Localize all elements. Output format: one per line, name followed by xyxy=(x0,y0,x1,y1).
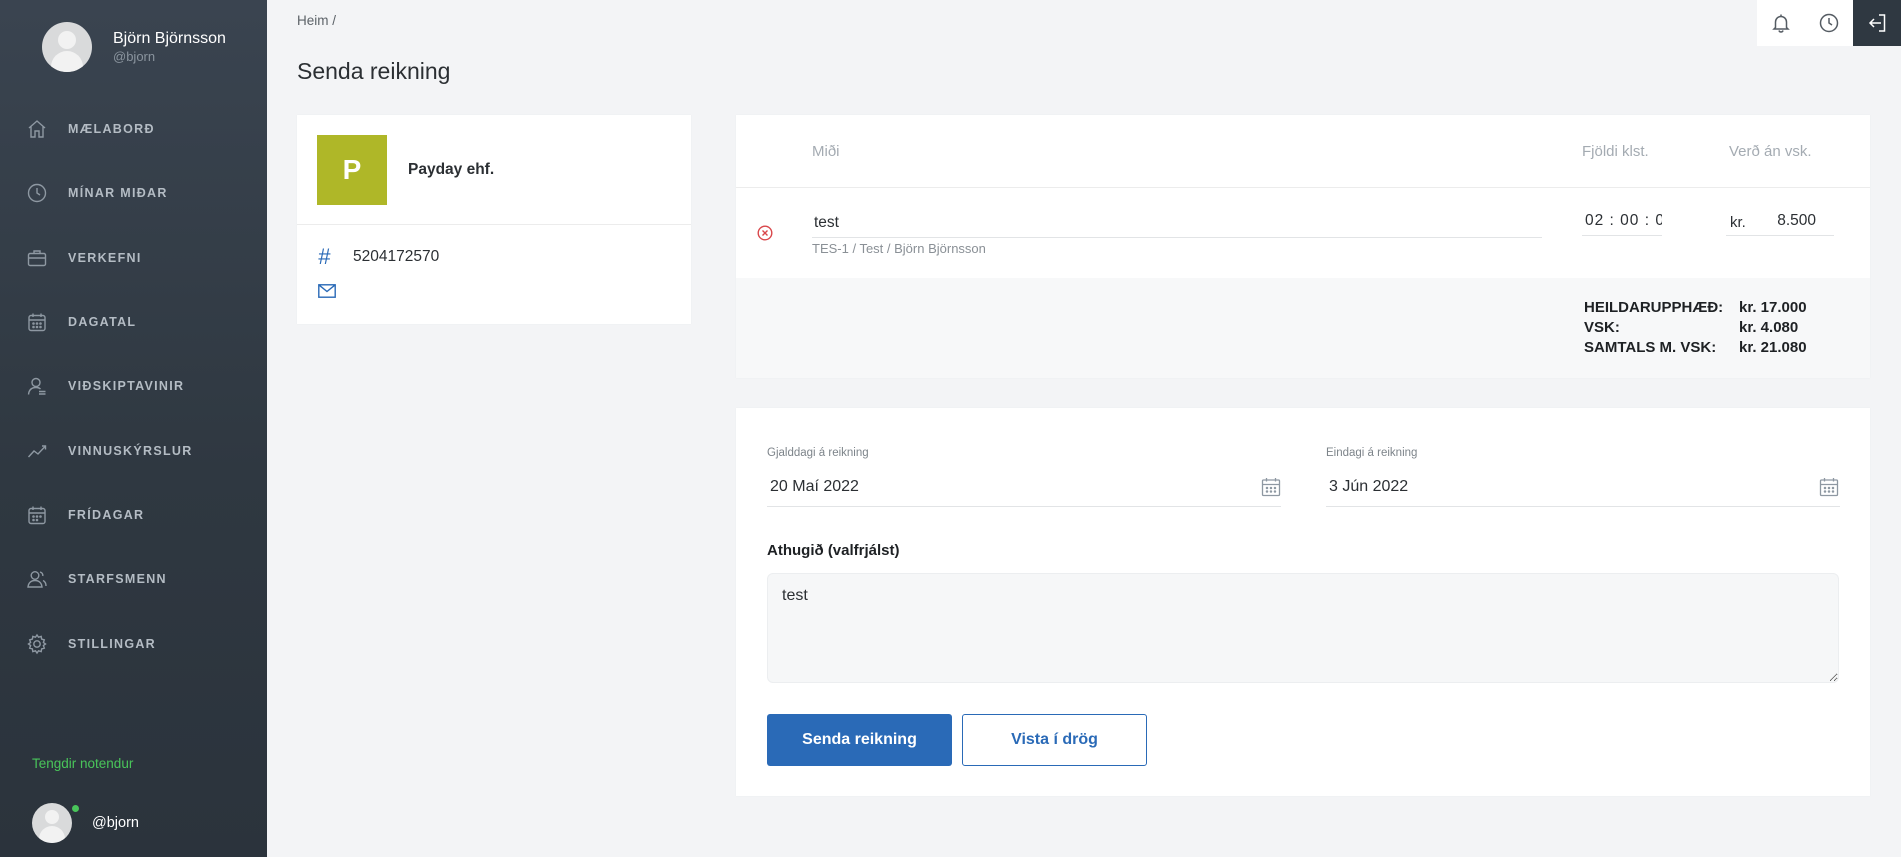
total-value: kr. 17.000 xyxy=(1739,299,1807,316)
clock-icon xyxy=(27,184,47,203)
notes-label: Athugið (valfrjálst) xyxy=(767,542,900,559)
sidebar-item-label: Mælaborð xyxy=(68,122,155,137)
customer-logo: P xyxy=(317,134,387,205)
remove-circle-icon xyxy=(757,225,773,241)
user-handle: @bjorn xyxy=(113,48,156,64)
invoice-form-card: Gjalddagi á reikning Eindagi á reikning … xyxy=(736,408,1870,796)
sidebar-item-label: Dagatal xyxy=(68,315,137,330)
sidebar-item-customers[interactable]: Viðskiptavinir xyxy=(0,354,267,418)
connected-user[interactable]: @bjorn xyxy=(32,803,139,843)
notes-textarea[interactable]: test xyxy=(767,573,1839,683)
gear-icon xyxy=(27,633,47,654)
page-title: Senda reikning xyxy=(297,58,451,84)
calendar-icon xyxy=(1261,478,1281,497)
sidebar-item-label: Vinnuskýrslur xyxy=(68,443,193,458)
users-icon xyxy=(27,571,47,588)
user-profile[interactable]: Björn Björnsson @bjorn xyxy=(42,22,226,72)
sidebar-item-employees[interactable]: Starfsmenn xyxy=(0,547,267,611)
topbar xyxy=(1757,0,1901,46)
breadcrumb[interactable]: Heim / xyxy=(297,13,336,28)
vat-label: VSK: xyxy=(1584,319,1620,336)
sidebar-item-holidays[interactable]: Frídagar xyxy=(0,483,267,547)
user-name: Björn Björnsson xyxy=(113,29,226,47)
line-ticket-path: TES-1 / Test / Björn Björnsson xyxy=(812,241,986,256)
connected-user-handle: @bjorn xyxy=(92,815,139,831)
avatar xyxy=(42,22,92,72)
customer-card: P Payday ehf. # 5204172570 xyxy=(297,115,691,324)
sidebar-item-my-tickets[interactable]: Mínar miðar xyxy=(0,161,267,225)
sidebar-item-dashboard[interactable]: Mælaborð xyxy=(0,97,267,161)
user-icon xyxy=(27,378,46,396)
avatar xyxy=(32,803,72,843)
sidebar-item-label: Viðskiptavinir xyxy=(68,379,185,394)
calendar-icon xyxy=(28,506,46,525)
calendar-icon xyxy=(1819,478,1839,497)
sidebar-item-projects[interactable]: Verkefni xyxy=(0,226,267,290)
send-invoice-button[interactable]: Senda reikning xyxy=(767,714,952,766)
invoice-lines-card: Miði Fjöldi klst. Verð án vsk. TES-1 / T… xyxy=(736,115,1870,378)
lines-header: Miði Fjöldi klst. Verð án vsk. xyxy=(736,115,1870,188)
sidebar-item-timesheets[interactable]: Vinnuskýrslur xyxy=(0,418,267,482)
sidebar-item-label: Starfsmenn xyxy=(68,572,167,587)
sidebar-item-label: Verkefni xyxy=(68,250,142,265)
total-label: HEILDARUPPHÆÐ: xyxy=(1584,299,1724,316)
chart-line-icon xyxy=(27,444,47,458)
sidebar-nav: Mælaborð Mínar miðar Verkefni Dagatal Vi… xyxy=(0,97,267,676)
notifications-button[interactable] xyxy=(1757,0,1805,46)
final-due-date-label: Eindagi á reikning xyxy=(1326,447,1418,459)
hash-icon: # xyxy=(318,244,331,269)
save-draft-button[interactable]: Vista í drög xyxy=(962,714,1147,766)
header-price: Verð án vsk. xyxy=(1729,143,1812,160)
due-date-label: Gjalddagi á reikning xyxy=(767,447,869,459)
home-icon xyxy=(28,120,46,138)
time-tracker-button[interactable] xyxy=(1805,0,1853,46)
logout-icon xyxy=(1868,14,1886,32)
line-description-input[interactable] xyxy=(812,208,1542,238)
remove-line-button[interactable] xyxy=(757,225,773,246)
online-status-dot xyxy=(72,805,79,812)
customer-name: Payday ehf. xyxy=(408,160,495,178)
sidebar-item-label: Stillingar xyxy=(68,636,156,651)
final-due-date-input[interactable] xyxy=(1326,467,1840,507)
vat-value: kr. 4.080 xyxy=(1739,319,1799,336)
briefcase-icon xyxy=(27,250,47,266)
sidebar: Björn Björnsson @bjorn Mælaborð Mínar mi… xyxy=(0,0,267,857)
totals-area: HEILDARUPPHÆÐ: kr. 17.000 VSK: kr. 4.080 S… xyxy=(736,278,1870,378)
line-hours-input[interactable] xyxy=(1582,206,1662,236)
logout-button[interactable] xyxy=(1853,0,1901,46)
sidebar-item-settings[interactable]: Stillingar xyxy=(0,611,267,675)
connected-users-title: Tengdir notendur xyxy=(32,756,134,771)
sidebar-item-label: Mínar miðar xyxy=(68,186,168,201)
mail-icon[interactable] xyxy=(318,284,336,303)
clock-icon xyxy=(1819,13,1839,33)
header-hours: Fjöldi klst. xyxy=(1582,143,1649,160)
sidebar-item-label: Frídagar xyxy=(68,507,145,522)
header-ticket: Miði xyxy=(812,143,840,160)
calendar-icon xyxy=(28,313,46,332)
grand-total-value: kr. 21.080 xyxy=(1739,339,1807,356)
sidebar-item-calendar[interactable]: Dagatal xyxy=(0,290,267,354)
final-due-date-calendar-button[interactable] xyxy=(1819,477,1839,502)
grand-total-label: SAMTALS M. VSK: xyxy=(1584,339,1717,356)
currency-prefix: kr. xyxy=(1730,214,1746,231)
bell-icon xyxy=(1772,14,1790,33)
due-date-input[interactable] xyxy=(767,467,1281,507)
invoice-totals: HEILDARUPPHÆÐ: kr. 17.000 VSK: kr. 4.080 S… xyxy=(1584,298,1807,358)
due-date-calendar-button[interactable] xyxy=(1261,477,1281,502)
customer-kennitala: 5204172570 xyxy=(353,248,440,265)
